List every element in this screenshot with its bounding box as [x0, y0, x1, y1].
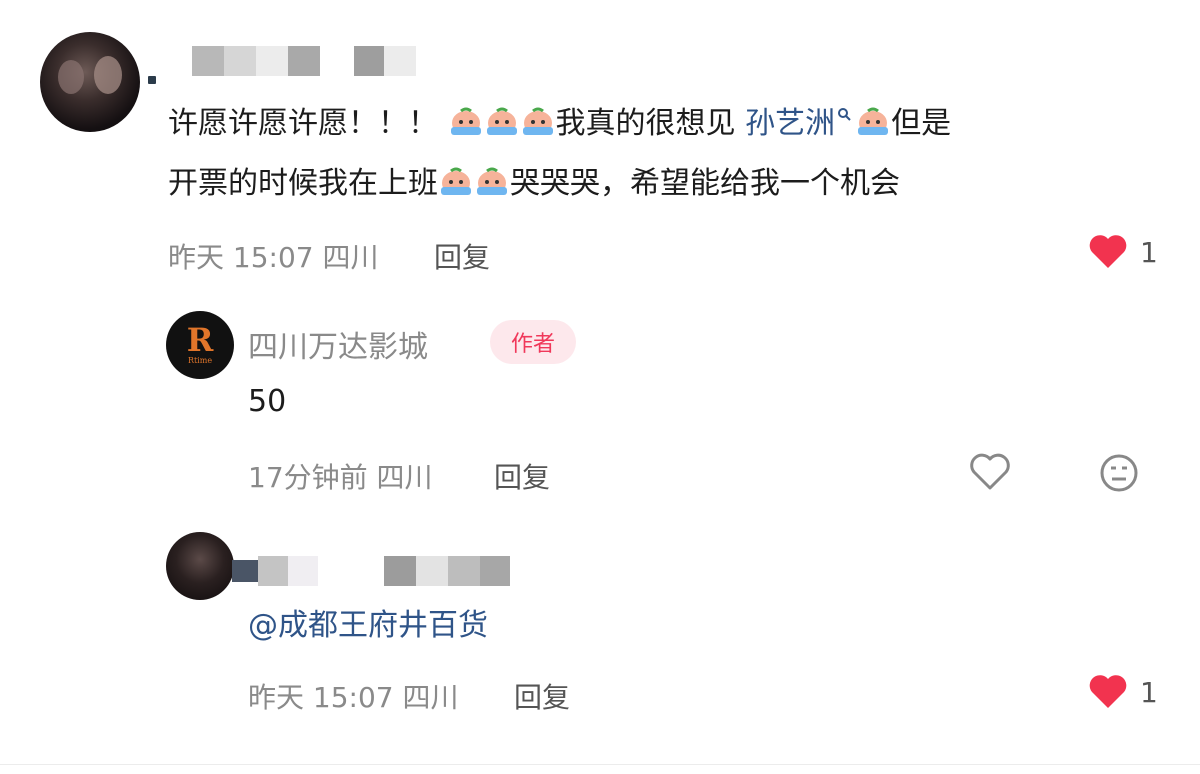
- comment-time: 昨天 15:07: [168, 241, 314, 274]
- crying-emoji-icon: [450, 107, 481, 135]
- reply-location: 四川: [376, 461, 433, 494]
- author-badge: 作者: [490, 320, 576, 364]
- comment-line-1: 许愿许愿许愿！！！ 我真的很想见 孙艺洲 但是: [168, 104, 951, 144]
- avatar-face: [58, 60, 84, 94]
- comment-text: 但是: [891, 106, 952, 141]
- mention-link[interactable]: @成都王府井百货: [248, 606, 488, 646]
- crying-emoji-icon: [477, 167, 507, 195]
- heart-filled-icon[interactable]: [1088, 234, 1128, 270]
- avatar[interactable]: [166, 532, 234, 600]
- search-mini-icon[interactable]: [837, 107, 851, 121]
- brand-logo-sub: Rtime: [187, 356, 213, 365]
- crying-emoji-icon: [858, 107, 889, 135]
- comment-location: 四川: [322, 241, 379, 274]
- heart-outline-icon[interactable]: [968, 452, 1012, 492]
- author-reply-text: 50: [248, 384, 287, 419]
- reply-time: 昨天 15:07: [248, 681, 394, 714]
- sub-reply-meta: 昨天 15:07 四川: [248, 676, 459, 716]
- username-mark: [148, 76, 156, 84]
- crying-emoji-icon: [441, 167, 471, 195]
- mention-link[interactable]: 孙艺洲: [745, 106, 835, 141]
- comment-text: 哭哭哭，希望能给我一个机会: [510, 166, 900, 201]
- avatar-face: [94, 56, 122, 94]
- reply-button[interactable]: 回复: [514, 676, 570, 716]
- comment-meta: 昨天 15:07 四川: [168, 236, 379, 276]
- reply-location: 四川: [402, 681, 459, 714]
- avatar[interactable]: [40, 32, 140, 132]
- reply-time: 17分钟前: [248, 461, 368, 494]
- username-redacted[interactable]: [232, 556, 510, 586]
- author-avatar[interactable]: R Rtime: [166, 311, 234, 379]
- like-count: 1: [1140, 236, 1158, 269]
- comment-text: 开票的时候我在上班: [168, 166, 438, 201]
- author-reply-meta: 17分钟前 四川: [248, 456, 433, 496]
- brand-logo-letter: R: [186, 321, 214, 359]
- reply-button[interactable]: 回复: [494, 456, 550, 496]
- author-name[interactable]: 四川万达影城: [248, 322, 428, 366]
- comment-text: 我真的很想见: [555, 106, 736, 141]
- reply-button[interactable]: 回复: [434, 236, 490, 276]
- crying-emoji-icon: [486, 107, 517, 135]
- like-count: 1: [1140, 676, 1158, 709]
- comment-text: 许愿许愿许愿！！！: [168, 106, 438, 141]
- divider: [0, 764, 1200, 765]
- username-redacted[interactable]: [192, 46, 416, 76]
- crying-emoji-icon: [522, 107, 553, 135]
- heart-filled-icon[interactable]: [1088, 674, 1128, 710]
- emoji-face-icon[interactable]: [1098, 452, 1140, 494]
- comment-line-2: 开票的时候我在上班 哭哭哭，希望能给我一个机会: [168, 164, 900, 204]
